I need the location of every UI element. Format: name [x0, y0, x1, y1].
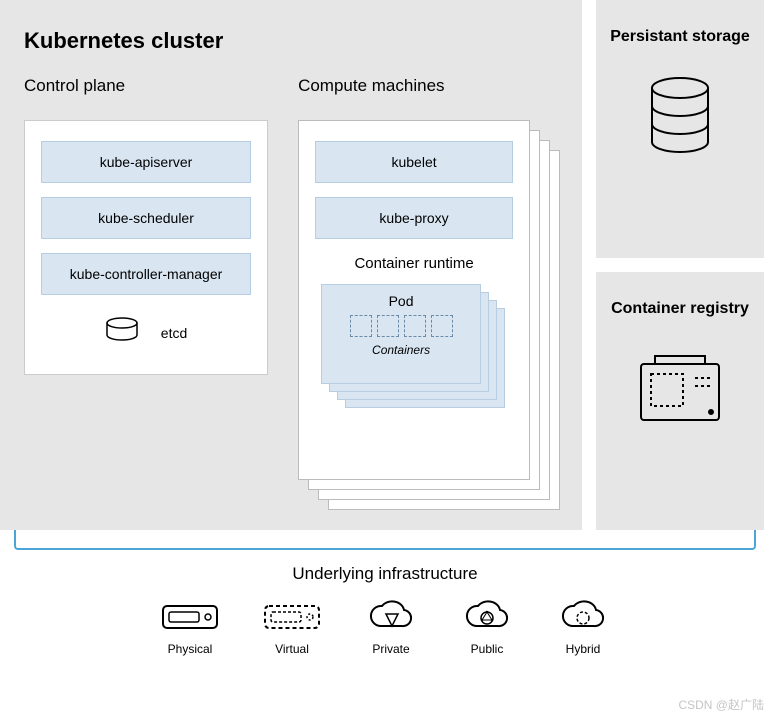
kube-proxy-item: kube-proxy: [315, 197, 513, 239]
kube-apiserver-item: kube-apiserver: [41, 141, 251, 183]
container-registry-panel: Container registry: [596, 272, 764, 530]
watermark: CSDN @赵广陆: [678, 696, 764, 713]
etcd-label: etcd: [161, 325, 187, 341]
infrastructure-label: Underlying infrastructure: [0, 564, 770, 584]
container-runtime-label: Container runtime: [315, 255, 513, 272]
etcd-cylinder-icon: [105, 317, 139, 348]
kube-controller-manager-item: kube-controller-manager: [41, 253, 251, 295]
infra-item-label: Physical: [160, 642, 220, 656]
infra-item-label: Private: [364, 642, 418, 656]
kubernetes-cluster-panel: Kubernetes cluster Control plane kube-ap…: [0, 0, 582, 530]
persistent-storage-panel: Persistant storage: [596, 0, 764, 258]
compute-machines-column: Compute machines kubelet kube-proxy Cont…: [298, 76, 558, 510]
infra-item-label: Hybrid: [556, 642, 610, 656]
container-box-icon: [377, 315, 399, 337]
public-cloud-icon: [460, 600, 514, 634]
kube-scheduler-item: kube-scheduler: [41, 197, 251, 239]
physical-server-icon: [160, 600, 220, 634]
virtual-server-icon: [262, 600, 322, 634]
container-registry-title: Container registry: [611, 300, 749, 318]
infra-item-virtual: Virtual: [262, 600, 322, 656]
kubelet-item: kubelet: [315, 141, 513, 183]
containers-row: [322, 315, 480, 337]
pod-front: Pod Containers: [321, 284, 481, 384]
container-box-icon: [350, 315, 372, 337]
registry-box-icon: [635, 348, 725, 431]
control-plane-box: kube-apiserver kube-scheduler kube-contr…: [24, 120, 268, 375]
infra-item-label: Public: [460, 642, 514, 656]
database-stack-icon: [644, 76, 716, 161]
infra-item-public: Public: [460, 600, 514, 656]
infra-item-private: Private: [364, 600, 418, 656]
infra-item-label: Virtual: [262, 642, 322, 656]
cluster-title: Kubernetes cluster: [24, 28, 558, 54]
compute-label: Compute machines: [298, 76, 558, 96]
infrastructure-row: Physical Virtual Private: [0, 600, 770, 666]
hybrid-cloud-icon: [556, 600, 610, 634]
infrastructure-bracket: [14, 530, 756, 550]
pod-label: Pod: [322, 293, 480, 309]
containers-label: Containers: [322, 343, 480, 357]
infra-item-hybrid: Hybrid: [556, 600, 610, 656]
container-box-icon: [404, 315, 426, 337]
control-plane-column: Control plane kube-apiserver kube-schedu…: [24, 76, 268, 510]
persistent-storage-title: Persistant storage: [610, 28, 750, 46]
control-plane-label: Control plane: [24, 76, 268, 96]
private-cloud-icon: [364, 600, 418, 634]
compute-node-front: kubelet kube-proxy Container runtime Pod: [298, 120, 530, 480]
container-box-icon: [431, 315, 453, 337]
infra-item-physical: Physical: [160, 600, 220, 656]
